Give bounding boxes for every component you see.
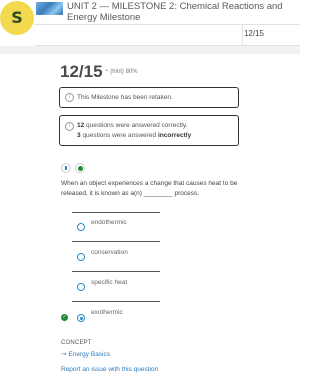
page-title: UNIT 2 — MILESTONE 2: Chemical Reactions… xyxy=(67,1,283,23)
logo[interactable]: S xyxy=(0,1,34,35)
question-nav-prev[interactable] xyxy=(61,163,71,173)
correct-count: 12 xyxy=(77,122,85,129)
header-score: 12/15 xyxy=(243,29,264,38)
incorrect-word: incorrectly xyxy=(157,132,192,139)
score-hint-text: (hint) 80% xyxy=(110,69,138,75)
concept-link[interactable]: → Energy Basics xyxy=(61,350,110,358)
retaken-notice: i This Milestone has been retaken. xyxy=(59,87,239,108)
question-nav-current[interactable] xyxy=(75,163,85,173)
option-divider xyxy=(72,241,160,242)
chart-icon: ◔ xyxy=(104,68,109,75)
unit-thumbnail xyxy=(36,2,63,15)
option-label-exothermic: exothermic xyxy=(91,309,123,316)
option-label-conservation: conservation xyxy=(91,249,128,256)
incorrect-summary: 3 questions were answered incorrectly xyxy=(77,131,191,140)
score-hint[interactable]: ◔ (hint) 80% xyxy=(104,68,138,75)
concept-link-text: Energy Basics xyxy=(68,351,110,358)
score-bar: 12/15 xyxy=(35,24,300,46)
option-radio-exothermic[interactable] xyxy=(77,314,85,322)
results-summary: i 12 questions were answered correctly. … xyxy=(59,115,239,146)
milestone-score: 12/15 xyxy=(60,62,103,81)
correct-check-icon: ✓ xyxy=(61,314,68,321)
header-divider-band xyxy=(0,46,300,54)
logo-glyph: S xyxy=(11,8,23,27)
report-issue-link[interactable]: Report an issue with this question xyxy=(61,366,158,373)
app-header: S UNIT 2 — MILESTONE 2: Chemical Reactio… xyxy=(0,0,300,46)
info-icon: i xyxy=(65,93,74,102)
correct-text: questions were answered correctly. xyxy=(86,122,188,129)
option-radio-specific-heat[interactable] xyxy=(77,283,85,291)
option-divider xyxy=(72,212,160,213)
incorrect-count: 3 xyxy=(77,132,81,139)
concept-label: CONCEPT xyxy=(61,340,92,346)
option-radio-conservation[interactable] xyxy=(77,253,85,261)
option-divider xyxy=(72,301,160,302)
correct-summary: 12 questions were answered correctly. xyxy=(77,121,187,130)
score-divider xyxy=(242,25,243,45)
incorrect-text: questions were answered xyxy=(82,132,157,139)
question-text: When an object experiences a change that… xyxy=(61,180,238,197)
info-icon: i xyxy=(65,122,74,131)
retaken-text: This Milestone has been retaken. xyxy=(77,94,173,101)
option-label-endothermic: endothermic xyxy=(91,219,127,226)
arrow-right-icon: → xyxy=(61,350,67,358)
option-label-specific-heat: specific heat xyxy=(91,279,128,286)
option-divider xyxy=(72,271,160,272)
option-radio-endothermic[interactable] xyxy=(77,223,85,231)
